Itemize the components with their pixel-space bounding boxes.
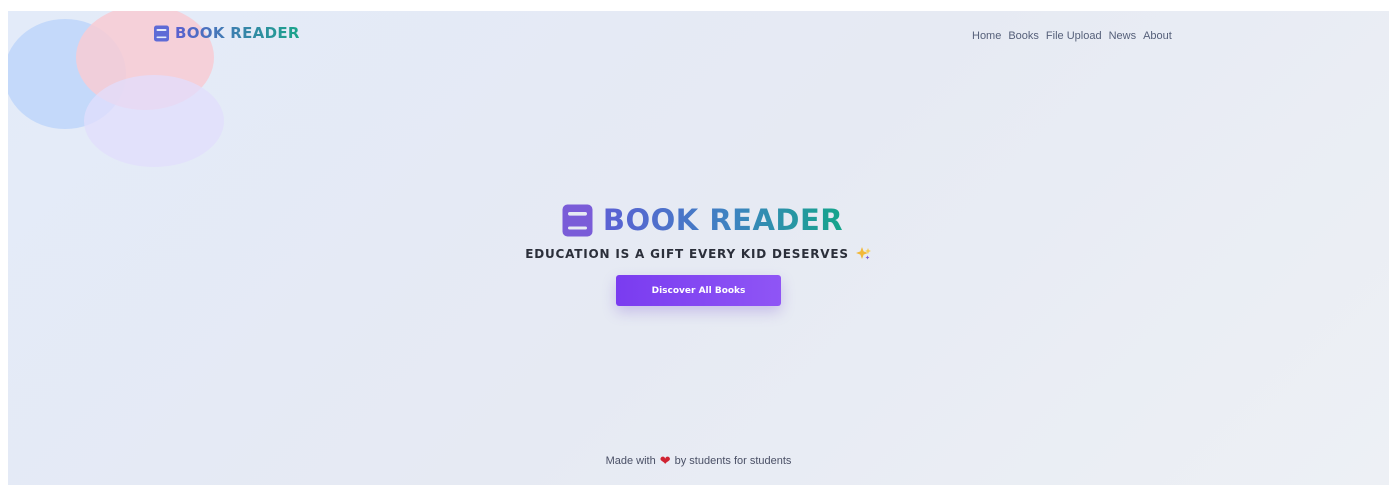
logo-text: BOOK READER: [175, 24, 300, 42]
heart-icon: ❤: [659, 453, 671, 468]
book-icon: [561, 204, 594, 237]
hero-title-row: BOOK READER: [561, 203, 843, 237]
header-logo[interactable]: BOOK READER: [153, 24, 300, 42]
main-nav: Home Books File Upload News About: [972, 30, 1172, 42]
decorative-blob-lavender: [84, 75, 224, 167]
book-icon: [153, 25, 170, 42]
footer: Made with ❤ by students for students: [8, 454, 1389, 467]
tagline-row: EDUCATION IS A GIFT EVERY KID DESERVES: [525, 246, 872, 261]
hero-section: BOOK READER EDUCATION IS A GIFT EVERY KI…: [8, 203, 1389, 306]
nav-link-news[interactable]: News: [1109, 30, 1137, 42]
nav-link-home[interactable]: Home: [972, 30, 1001, 42]
discover-all-books-button[interactable]: Discover All Books: [616, 275, 781, 306]
footer-suffix: by students for students: [674, 454, 792, 467]
nav-link-file-upload[interactable]: File Upload: [1046, 30, 1102, 42]
nav-link-about[interactable]: About: [1143, 30, 1172, 42]
nav-link-books[interactable]: Books: [1008, 30, 1039, 42]
hero-tagline: EDUCATION IS A GIFT EVERY KID DESERVES: [525, 246, 849, 261]
footer-prefix: Made with: [605, 454, 656, 467]
page-background: BOOK READER Home Books File Upload News …: [8, 11, 1389, 485]
sparkle-icon: [855, 246, 872, 261]
hero-title: BOOK READER: [602, 203, 844, 237]
